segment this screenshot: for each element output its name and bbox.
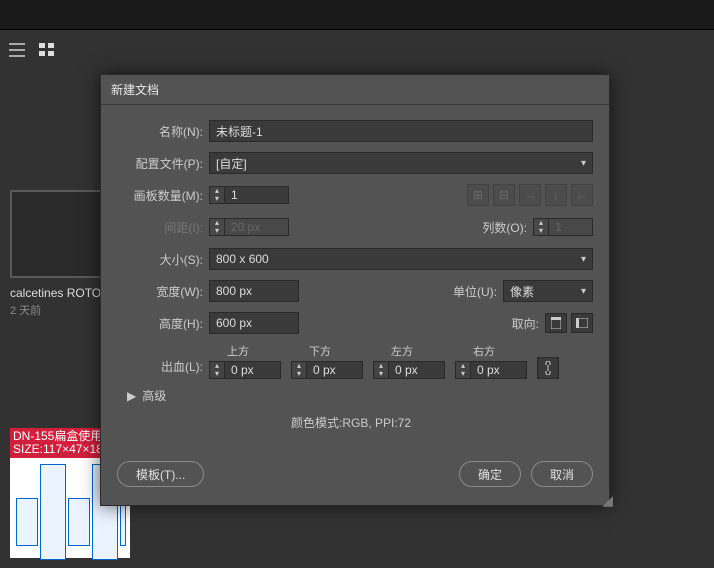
size-label: 大小(S): [109, 251, 209, 268]
size-select[interactable]: 800 x 600▾ [209, 248, 593, 270]
orientation-landscape[interactable] [571, 313, 593, 333]
ok-button[interactable]: 确定 [459, 461, 521, 487]
arrow-left-icon: ← [571, 184, 593, 206]
profile-label: 配置文件(P): [109, 155, 209, 172]
profile-select[interactable]: [自定]▾ [209, 152, 593, 174]
advanced-toggle[interactable]: ▶ 高级 [127, 387, 593, 404]
bleed-right-stepper[interactable]: ▴▾0 px [455, 361, 527, 379]
name-input[interactable]: 未标题-1 [209, 120, 593, 142]
bleed-left-label: 左方 [373, 343, 445, 359]
units-select[interactable]: 像素▾ [503, 280, 593, 302]
arrow-right-icon: → [519, 184, 541, 206]
height-label: 高度(H): [109, 315, 209, 332]
orientation-label: 取向: [473, 315, 545, 332]
triangle-right-icon: ▶ [127, 389, 136, 403]
chevron-down-icon: ▾ [581, 158, 586, 169]
list-view-icon[interactable] [8, 41, 26, 59]
view-toolbar [0, 30, 714, 70]
name-label: 名称(N): [109, 123, 209, 140]
bleed-top-stepper[interactable]: ▴▾0 px [209, 361, 281, 379]
resize-grip-icon[interactable]: ◢ [602, 492, 613, 509]
width-input[interactable]: 800 px [209, 280, 299, 302]
bleed-label: 出血(L): [109, 358, 209, 379]
bleed-bottom-label: 下方 [291, 343, 363, 359]
spacing-stepper: ▴▾ 20 px [209, 218, 289, 236]
new-document-dialog: 新建文档 名称(N): 未标题-1 配置文件(P): [自定]▾ 画板数量(M)… [100, 74, 610, 506]
units-label: 单位(U): [431, 283, 503, 300]
grid-col-icon: ⊟ [493, 184, 515, 206]
bleed-bottom-stepper[interactable]: ▴▾0 px [291, 361, 363, 379]
columns-stepper: ▴▾ 1 [533, 218, 593, 236]
chevron-down-icon: ▾ [581, 286, 586, 297]
grid-view-icon[interactable] [38, 41, 56, 59]
bleed-top-label: 上方 [209, 343, 281, 359]
app-titlebar [0, 0, 714, 30]
bleed-right-label: 右方 [455, 343, 527, 359]
columns-label: 列数(O): [461, 219, 533, 236]
template-button[interactable]: 模板(T)... [117, 461, 204, 487]
arrow-down-icon: ↓ [545, 184, 567, 206]
link-bleed-icon[interactable] [537, 357, 559, 379]
artboards-label: 画板数量(M): [109, 187, 209, 204]
cancel-button[interactable]: 取消 [531, 461, 593, 487]
width-label: 宽度(W): [109, 283, 209, 300]
color-mode-text: 颜色模式:RGB, PPI:72 [109, 414, 593, 431]
artboards-stepper[interactable]: ▴▾ 1 [209, 186, 289, 204]
chevron-down-icon: ▾ [581, 254, 586, 265]
spacing-label: 间距(I): [109, 219, 209, 236]
height-input[interactable]: 600 px [209, 312, 299, 334]
orientation-portrait[interactable] [545, 313, 567, 333]
bleed-left-stepper[interactable]: ▴▾0 px [373, 361, 445, 379]
dialog-title: 新建文档 [101, 75, 609, 105]
grid-row-icon: ⊞ [467, 184, 489, 206]
